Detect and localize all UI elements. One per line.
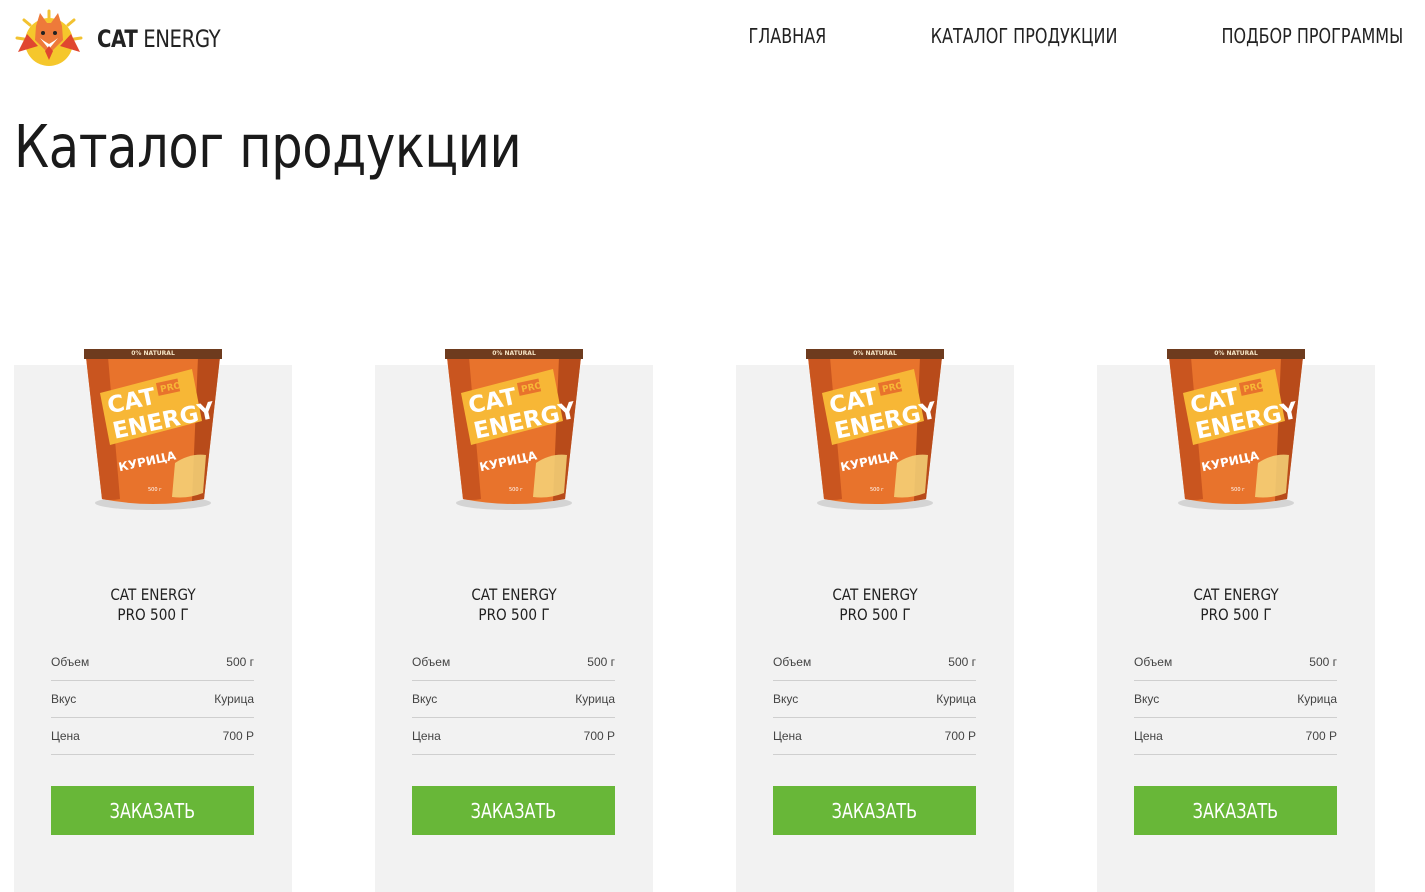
product-name: CAT ENERGY PRO 500 Г (471, 585, 557, 624)
product-package-image (80, 343, 226, 513)
site-header: CAT ENERGY ГЛАВНАЯ КАТАЛОГ ПРОДУКЦИИ ПОД… (0, 0, 1425, 84)
spec-row-volume: Объем 500 г (1134, 644, 1337, 681)
spec-row-price: Цена 700 Р (1134, 718, 1337, 755)
spec-value: 500 г (587, 655, 615, 669)
spec-value: Курица (214, 692, 254, 706)
spec-value: 700 Р (222, 729, 254, 743)
product-package-image (441, 343, 587, 513)
spec-row-flavor: Вкус Курица (1134, 681, 1337, 718)
spec-value: Курица (1297, 692, 1337, 706)
spec-value: 700 Р (944, 729, 976, 743)
order-button[interactable]: ЗАКАЗАТЬ (1134, 786, 1337, 835)
spec-row-price: Цена 700 Р (773, 718, 976, 755)
spec-row-flavor: Вкус Курица (773, 681, 976, 718)
spec-label: Вкус (773, 692, 799, 706)
cat-logo-icon (15, 9, 83, 66)
order-button[interactable]: ЗАКАЗАТЬ (412, 786, 615, 835)
spec-label: Вкус (412, 692, 438, 706)
product-specs: Объем 500 г Вкус Курица Цена 700 Р (51, 644, 254, 755)
spec-label: Объем (773, 655, 812, 669)
order-button[interactable]: ЗАКАЗАТЬ (773, 786, 976, 835)
spec-label: Цена (51, 729, 80, 743)
spec-label: Объем (412, 655, 451, 669)
product-specs: Объем 500 г Вкус Курица Цена 700 Р (773, 644, 976, 755)
spec-value: 500 г (1309, 655, 1337, 669)
product-package-image (1163, 343, 1309, 513)
logo-text: CAT ENERGY (97, 25, 221, 53)
logo-link[interactable]: CAT ENERGY (14, 8, 247, 70)
nav-link-home[interactable]: ГЛАВНАЯ (749, 24, 827, 48)
product-specs: Объем 500 г Вкус Курица Цена 700 Р (1134, 644, 1337, 755)
spec-row-flavor: Вкус Курица (412, 681, 615, 718)
product-card: CAT ENERGY PRO 500 Г Объем 500 г Вкус Кури… (736, 365, 1014, 892)
spec-row-flavor: Вкус Курица (51, 681, 254, 718)
spec-label: Цена (1134, 729, 1163, 743)
spec-label: Объем (51, 655, 90, 669)
product-name: CAT ENERGY PRO 500 Г (110, 585, 196, 624)
spec-value: 500 г (226, 655, 254, 669)
spec-label: Объем (1134, 655, 1173, 669)
spec-label: Вкус (51, 692, 77, 706)
product-name: CAT ENERGY PRO 500 Г (832, 585, 918, 624)
main-nav: ГЛАВНАЯ КАТАЛОГ ПРОДУКЦИИ ПОДБОР ПРОГРАМ… (729, 24, 1403, 48)
product-name: CAT ENERGY PRO 500 Г (1193, 585, 1279, 624)
spec-row-price: Цена 700 Р (412, 718, 615, 755)
spec-label: Цена (773, 729, 802, 743)
spec-value: 700 Р (1305, 729, 1337, 743)
product-card: CAT ENERGY PRO 500 Г Объем 500 г Вкус Кури… (1097, 365, 1375, 892)
page-title: Каталог продукции (14, 112, 522, 181)
spec-value: 500 г (948, 655, 976, 669)
product-specs: Объем 500 г Вкус Курица Цена 700 Р (412, 644, 615, 755)
spec-label: Вкус (1134, 692, 1160, 706)
product-package-image (802, 343, 948, 513)
nav-link-catalog[interactable]: КАТАЛОГ ПРОДУКЦИИ (931, 24, 1118, 48)
spec-row-volume: Объем 500 г (773, 644, 976, 681)
product-card: CAT ENERGY PRO 500 Г Объем 500 г Вкус Кури… (375, 365, 653, 892)
spec-value: 700 Р (583, 729, 615, 743)
nav-link-program[interactable]: ПОДБОР ПРОГРАММЫ (1221, 24, 1403, 48)
spec-row-volume: Объем 500 г (51, 644, 254, 681)
spec-value: Курица (575, 692, 615, 706)
spec-label: Цена (412, 729, 441, 743)
product-card: CAT ENERGY PRO 500 Г Объем 500 г Вкус Кури… (14, 365, 292, 892)
spec-row-price: Цена 700 Р (51, 718, 254, 755)
spec-row-volume: Объем 500 г (412, 644, 615, 681)
order-button[interactable]: ЗАКАЗАТЬ (51, 786, 254, 835)
spec-value: Курица (936, 692, 976, 706)
